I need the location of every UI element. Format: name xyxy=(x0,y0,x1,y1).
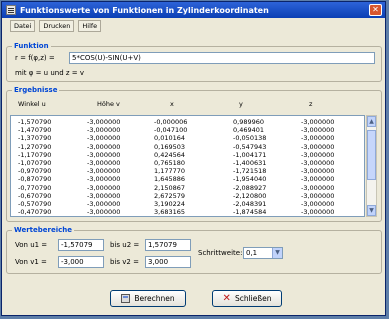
v1-label: Von v1 = xyxy=(15,258,47,266)
app-icon xyxy=(6,5,16,15)
function-group: Funktion r = f(φ,z) = 5*COS(U)-SIN(U+V) … xyxy=(6,42,382,82)
step-select[interactable]: 0,1 ▼ xyxy=(243,247,283,259)
table-cell: 3,683165 xyxy=(154,208,186,217)
header-z: z xyxy=(309,100,313,108)
close-button-label: Schließen xyxy=(234,294,272,303)
table-cell: -3,000000 xyxy=(301,208,335,217)
chevron-down-icon[interactable]: ▼ xyxy=(272,248,282,258)
scroll-thumb[interactable] xyxy=(367,130,376,180)
table-cell: -3,000000 xyxy=(87,208,121,217)
v2-input[interactable]: 3,000 xyxy=(145,256,191,268)
menu-datei[interactable]: Datei xyxy=(10,20,36,32)
main-window: Funktionswerte von Funktionen in Zylinde… xyxy=(1,1,386,316)
results-group-title: Ergebnisse xyxy=(12,86,60,94)
table-row[interactable]: -0,470790 -3,000000 3,683165 -1,874584 -3,00… xyxy=(11,208,364,217)
calculate-button[interactable]: Berechnen xyxy=(110,290,186,307)
menu-hilfe[interactable]: Hilfe xyxy=(78,20,102,32)
scroll-down-button[interactable]: ▼ xyxy=(367,205,376,216)
table-cell: -0,470790 xyxy=(18,208,52,217)
header-hoehe-v: Höhe v xyxy=(97,100,120,108)
close-window-button[interactable]: ✕ xyxy=(369,4,382,16)
close-icon: ✕ xyxy=(222,293,231,304)
range-group: Wertebereiche Von u1 = -1,57079 bis u2 =… xyxy=(6,226,382,274)
step-select-value: 0,1 xyxy=(246,249,258,257)
u1-input[interactable]: -1,57079 xyxy=(58,239,104,251)
close-button[interactable]: ✕ Schließen xyxy=(212,290,282,307)
function-label: r = f(φ,z) = xyxy=(15,54,55,62)
header-y: y xyxy=(239,100,243,108)
u2-label: bis u2 = xyxy=(110,241,140,249)
variable-mapping-label: mit φ = u und z = v xyxy=(15,69,85,77)
menu-bar: Datei Drucken Hilfe xyxy=(2,19,385,33)
v1-input[interactable]: -3,000 xyxy=(58,256,104,268)
header-winkel-u: Winkel u xyxy=(18,100,46,108)
window-title: Funktionswerte von Funktionen in Zylinde… xyxy=(20,5,269,15)
calculate-button-label: Berechnen xyxy=(134,294,175,303)
function-input[interactable]: 5*COS(U)-SIN(U+V) xyxy=(69,52,375,64)
step-label: Schrittweite: xyxy=(198,249,243,257)
calculator-icon xyxy=(121,294,131,303)
range-group-title: Wertebereiche xyxy=(12,226,75,234)
scroll-up-button[interactable]: ▲ xyxy=(367,116,376,127)
v2-label: bis v2 = xyxy=(110,258,139,266)
table-cell: -1,874584 xyxy=(233,208,267,217)
header-x: x xyxy=(170,100,174,108)
menu-drucken[interactable]: Drucken xyxy=(39,20,75,32)
results-table[interactable]: -1,570790 -3,000000 -0,000006 0,989960 -3,00… xyxy=(10,115,365,217)
results-scrollbar[interactable]: ▲ ▼ xyxy=(366,115,377,217)
u1-label: Von u1 = xyxy=(15,241,48,249)
function-group-title: Funktion xyxy=(12,42,51,50)
title-bar[interactable]: Funktionswerte von Funktionen in Zylinde… xyxy=(2,2,385,18)
u2-input[interactable]: 1,57079 xyxy=(145,239,191,251)
results-header: Winkel u Höhe v x y z xyxy=(11,100,361,109)
